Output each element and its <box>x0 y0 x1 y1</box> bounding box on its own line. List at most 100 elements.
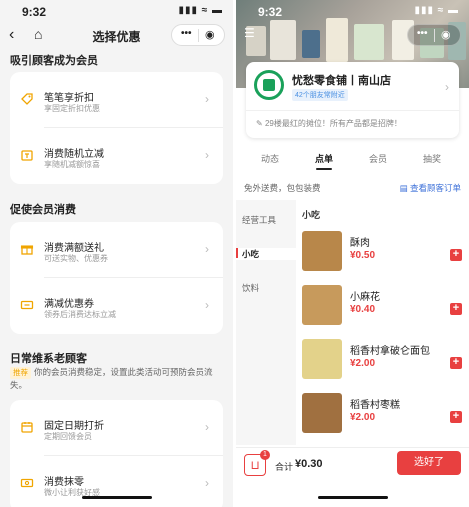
shop-info-card[interactable]: 忧愁零食铺丨南山店 42个朋友常附近 › ✎ 29楼最红的摊位！所有产品都是招牌… <box>246 62 459 138</box>
gift-icon <box>20 242 34 256</box>
option-random-discount[interactable]: 消费随机立减 享随机减额惊喜 › <box>10 128 223 184</box>
product-image <box>302 339 342 379</box>
close-icon[interactable]: ◉ <box>205 28 215 41</box>
option-title: 消费抹零 <box>44 477 84 488</box>
product-item[interactable]: 稻香村拿破仑面包 ¥2.00 + <box>302 339 462 389</box>
tab-order[interactable]: 点单 <box>304 152 344 165</box>
product-image <box>302 393 342 433</box>
product-section-title: 小吃 <box>302 210 321 220</box>
status-time: 9:32 <box>22 5 47 19</box>
status-time: 9:32 <box>258 5 283 19</box>
category-tools[interactable]: 经营工具 <box>236 214 296 226</box>
tag-icon <box>20 92 34 106</box>
add-to-cart-button[interactable]: + <box>450 249 462 261</box>
coupon-icon <box>20 298 34 312</box>
option-card: 固定日期打折 定期回馈会员 › 消费抹零 微小让利获好感 › <box>10 400 223 507</box>
product-name: 稻香村枣糕 <box>350 400 400 411</box>
nav-bar: ‹ ⌂ 选择优惠 ••• ◉ <box>0 24 233 48</box>
capsule-divider <box>434 29 435 42</box>
shop-logo <box>254 70 284 100</box>
chevron-right-icon: › <box>205 298 209 312</box>
option-title: 固定日期打折 <box>44 421 104 432</box>
active-tab-indicator <box>316 168 332 170</box>
option-card: 消费满额送礼 可送实物、优惠券 › 满减优惠券 领券后消费达标立减 › <box>10 222 223 334</box>
total-label: 合计 <box>275 462 294 472</box>
product-name: 稻香村拿破仑面包 <box>350 346 430 357</box>
option-title: 消费满额送礼 <box>44 243 104 254</box>
option-subtitle: 可送实物、优惠券 <box>44 254 108 263</box>
product-price: ¥2.00 <box>350 358 376 369</box>
option-discount-coupon[interactable]: 满减优惠券 领券后消费达标立减 › <box>10 278 223 334</box>
option-card: 笔笔享折扣 享固定折扣优惠 › 消费随机立减 享随机减额惊喜 › <box>10 72 223 184</box>
shop-notice: ✎ 29楼最红的摊位！所有产品都是招牌！ <box>256 119 402 128</box>
section-title: 促使会员消费 <box>10 204 76 216</box>
view-orders-link[interactable]: ▤ 查看顾客订单 <box>400 182 461 194</box>
option-title: 消费随机立减 <box>44 149 104 160</box>
menu-icon[interactable]: ☰ <box>244 26 255 40</box>
add-to-cart-button[interactable]: + <box>450 303 462 315</box>
product-image <box>302 231 342 271</box>
category-drinks[interactable]: 饮料 <box>236 282 296 294</box>
product-item[interactable]: 酥肉 ¥0.50 + <box>302 231 462 281</box>
product-name: 小麻花 <box>350 292 380 303</box>
chevron-right-icon: › <box>445 80 449 94</box>
option-subtitle: 享固定折扣优惠 <box>44 104 100 113</box>
status-icons: ▮▮▮ ≈ ▬ <box>178 5 223 16</box>
more-icon[interactable]: ••• <box>417 28 428 39</box>
home-indicator <box>318 496 388 499</box>
mini-program-capsule: ••• ◉ <box>171 24 225 46</box>
product-price: ¥2.00 <box>350 412 376 423</box>
tab-member[interactable]: 会员 <box>358 152 398 165</box>
product-name: 酥肉 <box>350 238 370 249</box>
more-icon[interactable]: ••• <box>181 28 192 39</box>
option-spend-gift[interactable]: 消费满额送礼 可送实物、优惠券 › <box>10 222 223 278</box>
add-to-cart-button[interactable]: + <box>450 411 462 423</box>
option-title: 满减优惠券 <box>44 299 94 310</box>
tip-text: 你的会员消费稳定，设置此类活动可预防会员流失。 <box>10 367 213 390</box>
nav-bar: ☰ ••• ◉ <box>236 24 469 48</box>
product-item[interactable]: 小麻花 ¥0.40 + <box>302 285 462 335</box>
shop-tabs: 动态 点单 会员 抽奖 <box>236 148 469 172</box>
chevron-right-icon: › <box>205 242 209 256</box>
status-bar: 9:32 ▮▮▮ ≈ ▬ <box>236 0 469 22</box>
notice-text: 29楼最红的摊位！所有产品都是招牌！ <box>264 119 402 128</box>
category-sidebar: 经营工具 小吃 饮料 <box>236 200 296 445</box>
product-price: ¥0.50 <box>350 250 376 261</box>
recommend-badge: 推荐 <box>10 367 31 379</box>
random-discount-icon <box>20 148 34 162</box>
close-icon[interactable]: ◉ <box>441 28 451 41</box>
tab-lottery[interactable]: 抽奖 <box>412 152 452 165</box>
calendar-icon <box>20 420 34 434</box>
checkout-button[interactable]: 选好了 <box>397 451 461 475</box>
total-value: ¥0.30 <box>295 458 323 470</box>
chevron-right-icon: › <box>205 476 209 490</box>
view-orders-label: 查看顾客订单 <box>409 183 461 193</box>
status-icons: ▮▮▮ ≈ ▬ <box>414 5 459 16</box>
option-fixed-date-discount[interactable]: 固定日期打折 定期回馈会员 › <box>10 400 223 456</box>
cart-count-badge: 1 <box>260 450 270 460</box>
option-subtitle: 领券后消费达标立减 <box>44 310 116 319</box>
option-subtitle: 享随机减额惊喜 <box>44 160 100 169</box>
rounding-icon <box>20 476 34 490</box>
option-round-off[interactable]: 消费抹零 微小让利获好感 › <box>10 456 223 507</box>
product-price: ¥0.40 <box>350 304 376 315</box>
chevron-right-icon: › <box>205 420 209 434</box>
chevron-right-icon: › <box>205 148 209 162</box>
option-subtitle: 定期回馈会员 <box>44 432 92 441</box>
coupon-select-screen: 9:32 ▮▮▮ ≈ ▬ ‹ ⌂ 选择优惠 ••• ◉ 吸引顾客成为会员 笔笔享… <box>0 0 233 507</box>
tab-feed[interactable]: 动态 <box>250 152 290 165</box>
shop-order-screen: 9:32 ▮▮▮ ≈ ▬ ☰ ••• ◉ 忧愁零食铺丨南山店 42个朋友常附近 … <box>236 0 469 507</box>
chevron-right-icon: › <box>205 92 209 106</box>
option-title: 笔笔享折扣 <box>44 93 94 104</box>
category-snacks[interactable]: 小吃 <box>236 248 296 260</box>
option-fixed-discount[interactable]: 笔笔享折扣 享固定折扣优惠 › <box>10 72 223 128</box>
product-item[interactable]: 稻香村枣糕 ¥2.00 + <box>302 393 462 443</box>
section-title: 日常维系老顾客 <box>10 353 87 365</box>
home-indicator <box>82 496 152 499</box>
add-to-cart-button[interactable]: + <box>450 357 462 369</box>
capsule-divider <box>198 29 199 42</box>
recommend-tip: 推荐 你的会员消费稳定，设置此类活动可预防会员流失。 <box>10 366 225 391</box>
shipping-info: 免外送费，包包装费 <box>244 183 321 193</box>
friends-nearby-badge: 42个朋友常附近 <box>292 89 348 101</box>
shop-name: 忧愁零食铺丨南山店 <box>292 75 391 87</box>
